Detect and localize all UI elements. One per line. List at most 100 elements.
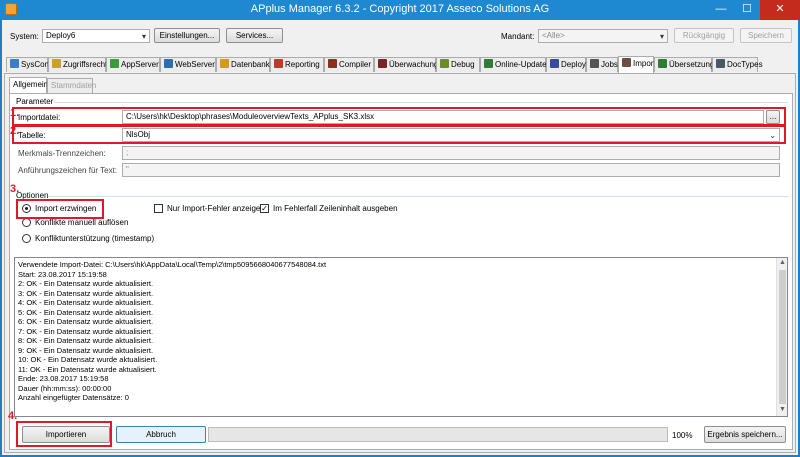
tab-überwachung[interactable]: Überwachung: [374, 57, 439, 72]
scroll-up-icon[interactable]: ▲: [779, 259, 786, 266]
tab-debug[interactable]: Debug: [436, 57, 480, 72]
tab-doctypes[interactable]: DocTypes: [712, 57, 763, 72]
log-lines: Verwendete Import-Datei: C:\Users\hk\App…: [18, 260, 326, 403]
log-line: Ende: 23.08.2017 15:19:58: [18, 374, 109, 383]
tab-label: Überwachung: [389, 60, 439, 69]
tab-compiler[interactable]: Compiler: [324, 57, 374, 72]
parameter-group-title: Parameter: [16, 97, 54, 106]
window-title: APplus Manager 6.3.2 - Copyright 2017 As…: [250, 3, 550, 15]
tab-label: Datenbank: [231, 60, 270, 69]
tab-datenbank[interactable]: Datenbank: [216, 57, 270, 72]
minimize-button[interactable]: —: [708, 0, 734, 20]
tab-label: Zugriffsrechte: [63, 60, 112, 69]
system-label: System:: [10, 32, 39, 41]
services-button[interactable]: Services...: [226, 28, 283, 43]
import-log[interactable]: Verwendete Import-Datei: C:\Users\hk\App…: [14, 257, 788, 417]
radio-manual-conflicts[interactable]: [22, 218, 31, 227]
chart-icon: [274, 59, 283, 68]
parameter-divider: [54, 102, 788, 103]
import-icon: [622, 58, 631, 67]
log-line: 5: OK - Ein Datensatz wurde aktualisiert…: [18, 307, 154, 317]
title-bar: APplus Manager 6.3.2 - Copyright 2017 As…: [0, 0, 800, 20]
radio-manual-conflicts-label[interactable]: Konflikte manuell auflösen: [35, 218, 128, 227]
check-errors-only-label[interactable]: Nur Import-Fehler anzeigen: [167, 204, 265, 213]
close-button[interactable]: ✕: [760, 0, 800, 20]
import-progress: [208, 427, 668, 442]
server-icon: [110, 59, 119, 68]
main-window: System: Deploy6 ▾ Einstellungen... Servi…: [2, 20, 798, 455]
deploy-icon: [550, 59, 559, 68]
subtab-allgemein[interactable]: Allgemein: [9, 77, 48, 94]
settings-button[interactable]: Einstellungen...: [154, 28, 220, 43]
annotation-4: 4.: [8, 410, 18, 422]
radio-conflict-support-label[interactable]: Konfliktunterstützung (timestamp): [35, 234, 154, 243]
log-line: Dauer (hh:mm:ss): 00:00:00: [18, 383, 112, 393]
log-line: 2: OK - Ein Datensatz wurde aktualisiert…: [18, 279, 154, 288]
log-line: 9: OK - Ein Datensatz wurde aktualisiert…: [18, 345, 154, 355]
log-line: 3: OK - Ein Datensatz wurde aktualisiert…: [18, 288, 154, 298]
syscfg-icon: [10, 59, 19, 68]
system-select[interactable]: Deploy6 ▾: [42, 29, 150, 43]
tab-online-update[interactable]: Online-Update: [480, 57, 547, 72]
tab-label: Deploy: [561, 60, 586, 69]
annotation-2: 2.: [10, 125, 20, 137]
tab-deploy[interactable]: Deploy: [546, 57, 586, 72]
log-line: Start: 23.08.2017 15:19:58: [18, 269, 107, 279]
check-errors-only[interactable]: [154, 204, 163, 213]
progress-label: 100%: [672, 431, 693, 440]
maximize-button[interactable]: ☐: [734, 0, 760, 20]
jobs-icon: [590, 59, 599, 68]
scrollbar-thumb[interactable]: [779, 270, 786, 404]
check-row-content[interactable]: ✓: [260, 204, 269, 213]
abort-button[interactable]: Abbruch: [116, 426, 206, 443]
quote-field[interactable]: ": [122, 163, 780, 177]
allgemein-panel: Parameter Importdatei: C:\Users\hk\Deskt…: [9, 93, 793, 450]
annotation-3: 3.: [10, 183, 20, 195]
highlight-import-force: [16, 199, 104, 219]
tab-label: Import: [633, 59, 656, 68]
undo-button[interactable]: Rückgängig: [674, 28, 734, 43]
log-line: Verwendete Import-Datei: C:\Users\hk\App…: [18, 260, 327, 269]
bug-icon: [440, 59, 449, 68]
tab-label: DocTypes: [727, 60, 763, 69]
mandant-select[interactable]: <Alle> ▾: [538, 29, 668, 43]
main-tabs: SysConf Zugriffsrechte AppServer WebServer D…: [6, 56, 796, 73]
highlight-importfile: [12, 107, 786, 126]
mandant-value: <Alle>: [542, 31, 565, 40]
radio-conflict-support[interactable]: [22, 234, 31, 243]
tab-zugriffsrechte[interactable]: Zugriffsrechte: [48, 57, 112, 72]
mandant-label: Mandant:: [501, 32, 535, 41]
tab-label: WebServer: [175, 60, 215, 69]
tab-webserver[interactable]: WebServer: [160, 57, 216, 72]
system-value: Deploy6: [46, 31, 76, 40]
highlight-table: [12, 125, 786, 144]
globe-icon: [164, 59, 173, 68]
annotation-1: 1.: [10, 107, 20, 119]
subtab-stammdaten[interactable]: Stammdaten: [47, 78, 96, 93]
tab-label: Debug: [451, 60, 475, 69]
tab-label: Übersetzung: [669, 60, 715, 69]
quote-label: Anführungszeichen für Text:: [18, 166, 118, 175]
save-button[interactable]: Speichern: [740, 28, 792, 43]
translate-icon: [658, 59, 667, 68]
key-icon: [52, 59, 61, 68]
tab-label: AppServer: [121, 60, 159, 69]
tab-label: Jobs: [601, 60, 618, 69]
save-result-button[interactable]: Ergebnis speichern...: [704, 426, 786, 443]
tab-import[interactable]: Import: [618, 56, 656, 73]
scroll-down-icon[interactable]: ▼: [779, 406, 786, 413]
separator-field[interactable]: ;: [122, 146, 780, 160]
tab-übersetzung[interactable]: Übersetzung: [654, 57, 715, 72]
import-tab-panel: Allgemein Stammdaten Parameter Importdat…: [4, 73, 796, 453]
tab-reporting[interactable]: Reporting: [270, 57, 324, 72]
tab-sysconf[interactable]: SysConf: [6, 57, 52, 72]
check-row-content-label[interactable]: Im Fehlerfall Zeileninhalt ausgeben: [273, 204, 398, 213]
chevron-down-icon: ▾: [141, 32, 146, 41]
update-icon: [484, 59, 493, 68]
tab-appserver[interactable]: AppServer: [106, 57, 160, 72]
highlight-import-button: [16, 421, 112, 447]
log-scrollbar[interactable]: ▲ ▼: [776, 258, 787, 416]
tab-jobs[interactable]: Jobs: [586, 57, 618, 72]
tab-label: SysConf: [21, 60, 52, 69]
log-line: Anzahl eingefügter Datensätze: 0: [18, 393, 129, 402]
